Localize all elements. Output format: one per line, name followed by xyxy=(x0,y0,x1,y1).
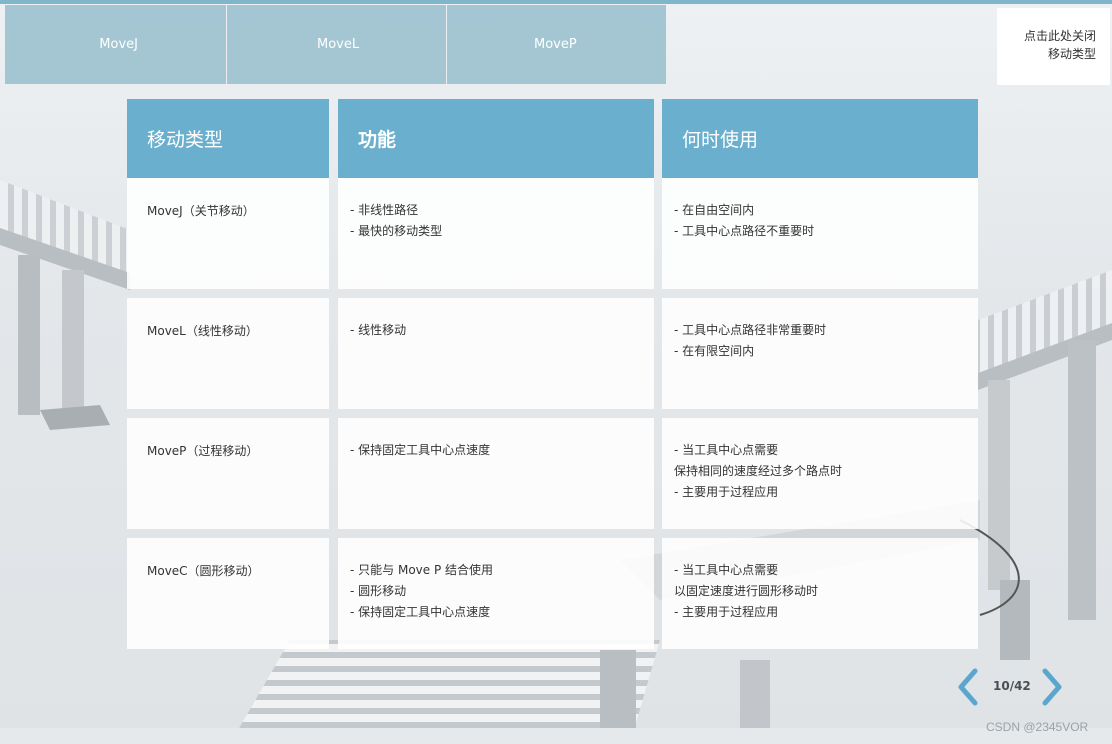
list-item: - 主要用于过程应用 xyxy=(674,605,779,619)
list-item: - 工具中心点路径不重要时 xyxy=(674,224,815,238)
table-row-4-when: - 当工具中心点需要 以固定速度进行圆形移动时 - 主要用于过程应用 xyxy=(662,538,978,649)
movej-type-label: MoveJ（关节移动） xyxy=(147,204,255,218)
list-item: - 线性移动 xyxy=(350,323,407,337)
list-item: - 保持固定工具中心点速度 xyxy=(350,443,491,457)
list-item: - 当工具中心点需要 xyxy=(674,563,779,577)
header-movement-type-label: 移动类型 xyxy=(147,129,224,151)
watermark: CSDN @2345VOR xyxy=(986,720,1089,734)
tab-movep[interactable]: MoveP xyxy=(447,5,666,84)
header-when-to-use: 何时使用 xyxy=(662,99,978,178)
header-function-label: 功能 xyxy=(358,129,397,151)
tab-movel-label: MoveL xyxy=(317,37,360,52)
chevron-right-icon[interactable] xyxy=(1039,667,1065,707)
table-row-1-type: MoveJ（关节移动） xyxy=(127,178,329,289)
movel-type-label: MoveL（线性移动） xyxy=(147,324,258,338)
table-row-2-when: - 工具中心点路径非常重要时 - 在有限空间内 xyxy=(662,298,978,409)
top-accent-line xyxy=(0,0,1112,4)
list-item: - 在有限空间内 xyxy=(674,344,755,358)
close-movement-types-button[interactable]: 点击此处关闭 移动类型 xyxy=(997,8,1110,85)
list-item: - 工具中心点路径非常重要时 xyxy=(674,323,827,337)
list-item: - 非线性路径 xyxy=(350,203,419,217)
list-item: - 圆形移动 xyxy=(350,584,407,598)
list-item: - 主要用于过程应用 xyxy=(674,485,779,499)
list-item: - 当工具中心点需要 xyxy=(674,443,779,457)
list-item: - 只能与 Move P 结合使用 xyxy=(350,563,494,577)
table-row-2-type: MoveL（线性移动） xyxy=(127,298,329,409)
tab-movel[interactable]: MoveL xyxy=(227,5,446,84)
movec-type-label: MoveC（圆形移动） xyxy=(147,564,260,578)
list-item: - 保持固定工具中心点速度 xyxy=(350,605,491,619)
table-row-3-when: - 当工具中心点需要 保持相同的速度经过多个路点时 - 主要用于过程应用 xyxy=(662,418,978,529)
pager: 10/42 xyxy=(955,667,1075,707)
list-item: 以固定速度进行圆形移动时 xyxy=(674,584,819,598)
movep-type-label: MoveP（过程移动） xyxy=(147,444,259,458)
page-counter: 10/42 xyxy=(993,679,1031,693)
slide-stage: MoveJ MoveL MoveP 点击此处关闭 移动类型 移动类型 功能 何时… xyxy=(0,0,1112,744)
list-item: - 最快的移动类型 xyxy=(350,224,443,238)
tab-movej[interactable]: MoveJ xyxy=(5,5,226,84)
list-item: 保持相同的速度经过多个路点时 xyxy=(674,464,843,478)
header-function: 功能 xyxy=(338,99,654,178)
tab-movej-label: MoveJ xyxy=(99,37,138,52)
table-row-3-function: - 保持固定工具中心点速度 xyxy=(338,418,654,529)
list-item: - 在自由空间内 xyxy=(674,203,755,217)
table-row-1-when: - 在自由空间内 - 工具中心点路径不重要时 xyxy=(662,178,978,289)
table-row-1-function: - 非线性路径 - 最快的移动类型 xyxy=(338,178,654,289)
header-movement-type: 移动类型 xyxy=(127,99,329,178)
close-panel-line1: 点击此处关闭 xyxy=(1023,29,1096,43)
table-row-3-type: MoveP（过程移动） xyxy=(127,418,329,529)
chevron-left-icon[interactable] xyxy=(955,667,981,707)
table-row-4-type: MoveC（圆形移动） xyxy=(127,538,329,649)
table-row-2-function: - 线性移动 xyxy=(338,298,654,409)
close-panel-line2: 移动类型 xyxy=(1047,47,1096,61)
table-row-4-function: - 只能与 Move P 结合使用 - 圆形移动 - 保持固定工具中心点速度 xyxy=(338,538,654,649)
header-when-to-use-label: 何时使用 xyxy=(682,129,759,151)
tab-movep-label: MoveP xyxy=(534,37,577,52)
